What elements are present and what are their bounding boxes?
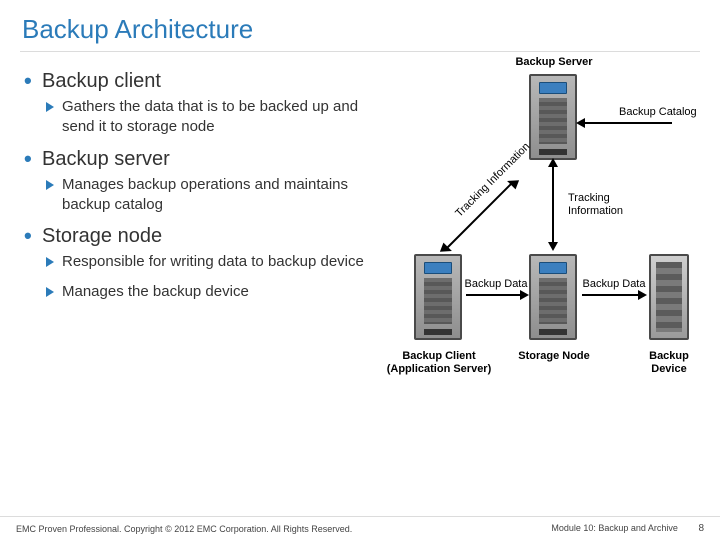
- backup-server-icon: [529, 74, 577, 160]
- label-backup-device-l1: Backup: [649, 350, 689, 362]
- arrowhead-catalog: [576, 118, 585, 128]
- content-area: Backup client Gathers the data that is t…: [0, 62, 720, 462]
- arrow-data-left: [466, 294, 522, 296]
- page-title: Backup Architecture: [0, 0, 720, 51]
- arrow-tracking-vert: [552, 164, 554, 244]
- arrowhead-data-right: [638, 290, 647, 300]
- bullet-column: Backup client Gathers the data that is t…: [24, 62, 364, 462]
- heading-storage-node: Storage node: [24, 225, 364, 248]
- diagram-area: Backup Server Backup Catalog Tracking In…: [364, 62, 710, 462]
- backup-client-icon: [414, 254, 462, 340]
- arrow-data-right: [582, 294, 640, 296]
- bullet-node-2: Manages the backup device: [24, 282, 364, 302]
- heading-backup-client: Backup client: [24, 70, 364, 93]
- bullet-client-1: Gathers the data that is to be backed up…: [24, 97, 364, 138]
- arrowhead-tracking-ur: [507, 175, 522, 190]
- label-data-right: Backup Data: [582, 278, 646, 291]
- arrow-catalog: [584, 122, 672, 124]
- footer-page: 8: [680, 523, 704, 534]
- footer: EMC Proven Professional. Copyright © 201…: [0, 516, 720, 540]
- label-backup-device-l2: Device: [651, 363, 686, 375]
- arrowhead-data-left: [520, 290, 529, 300]
- bullet-server-1: Manages backup operations and maintains …: [24, 175, 364, 216]
- label-data-left: Backup Data: [464, 278, 528, 291]
- backup-device-icon: [649, 254, 689, 340]
- label-storage-node: Storage Node: [509, 350, 599, 363]
- bullet-node-1: Responsible for writing data to backup d…: [24, 252, 364, 272]
- divider: [20, 51, 700, 52]
- footer-module: Module 10: Backup and Archive: [551, 523, 678, 533]
- label-backup-server: Backup Server: [494, 56, 614, 69]
- heading-backup-server: Backup server: [24, 148, 364, 171]
- label-backup-client-line1: Backup Client: [402, 350, 475, 362]
- arrowhead-tracking-down: [548, 242, 558, 251]
- label-backup-client: Backup Client (Application Server): [374, 350, 504, 375]
- label-backup-catalog: Backup Catalog: [619, 106, 697, 119]
- storage-node-icon: [529, 254, 577, 340]
- label-backup-device: Backup Device: [634, 350, 704, 375]
- footer-copyright: EMC Proven Professional. Copyright © 201…: [16, 524, 352, 534]
- arrowhead-tracking-up: [548, 158, 558, 167]
- label-backup-client-line2: (Application Server): [387, 363, 492, 375]
- label-tracking-right: Tracking Information: [568, 192, 638, 217]
- label-tracking-diag: Tracking Information: [450, 137, 537, 224]
